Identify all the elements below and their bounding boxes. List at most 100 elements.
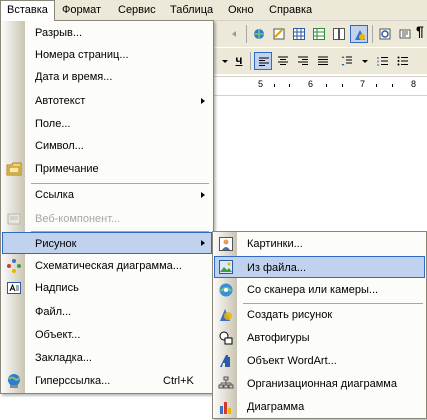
- drawing-icon: [355, 30, 365, 40]
- menu-table[interactable]: Таблица: [164, 0, 219, 20]
- menu-item-label: Диаграмма: [247, 401, 305, 413]
- menu-item-shortcut: Ctrl+K: [163, 375, 194, 387]
- menu-item-page-numbers[interactable]: Номера страниц...: [2, 44, 212, 66]
- numbering-button[interactable]: [374, 52, 392, 70]
- menu-tools[interactable]: Сервис: [112, 0, 162, 20]
- bullets-button[interactable]: [394, 52, 412, 70]
- menu-item-web-component: Веб-компонент...: [2, 208, 212, 230]
- align-center-button[interactable]: [274, 52, 292, 70]
- insert-table-button[interactable]: [290, 25, 308, 43]
- menu-item-label: Автотекст: [35, 95, 86, 107]
- ruler-tick: [326, 84, 327, 87]
- menu-item-date-time[interactable]: Дата и время...: [2, 66, 212, 88]
- ruler-number: 5: [258, 79, 264, 89]
- align-right-button[interactable]: [294, 52, 312, 70]
- scanner-icon: [219, 283, 233, 297]
- menu-item-picture[interactable]: Рисунок: [2, 232, 212, 254]
- diagram-icon: [7, 259, 21, 273]
- org-chart-icon: [218, 376, 234, 389]
- tables-borders-button[interactable]: [270, 25, 288, 43]
- menu-item-symbol[interactable]: Символ...: [2, 135, 212, 157]
- columns-button[interactable]: [330, 25, 348, 43]
- reading-button[interactable]: [396, 25, 414, 43]
- menu-item-textbox[interactable]: Надпись: [2, 277, 212, 299]
- clipart-icon: [219, 237, 233, 251]
- submenu-item-new-drawing[interactable]: Создать рисунок: [214, 304, 425, 326]
- menu-item-label: Создать рисунок: [247, 309, 333, 321]
- underline-button[interactable]: ч: [230, 52, 248, 70]
- drawing-toolbar-button[interactable]: [350, 25, 368, 43]
- hyperlink-toolbar-button[interactable]: [250, 25, 268, 43]
- ruler-tick: [392, 84, 393, 87]
- menu-item-label: Автофигуры: [247, 332, 310, 344]
- menu-window[interactable]: Окно: [222, 0, 260, 20]
- align-left-icon: [259, 57, 269, 66]
- doc-map-button[interactable]: [376, 25, 394, 43]
- submenu-item-org-chart[interactable]: Организационная диаграмма: [214, 373, 425, 395]
- menu-item-label: Поле...: [35, 118, 71, 130]
- menu-item-comment[interactable]: Примечание: [2, 158, 212, 180]
- show-formatting-button[interactable]: ¶: [416, 23, 424, 39]
- align-right-icon: [298, 56, 308, 65]
- web-component-icon: [7, 213, 21, 225]
- toolbar-separator: [250, 52, 251, 70]
- insert-menu: Разрыв... Номера страниц... Дата и время…: [0, 20, 214, 394]
- standard-toolbar: ¶: [214, 21, 427, 47]
- menu-item-schematic-diagram[interactable]: Схематическая диаграмма...: [2, 255, 212, 277]
- menu-item-label: Дата и время...: [35, 71, 113, 83]
- undo-button[interactable]: [226, 25, 244, 43]
- menu-item-object[interactable]: Объект...: [2, 324, 212, 346]
- line-spacing-button[interactable]: [338, 52, 356, 70]
- numbering-icon: [377, 57, 388, 66]
- menu-item-label: Со сканера или камеры...: [247, 284, 379, 296]
- menu-item-label: Разрыв...: [35, 27, 83, 39]
- menu-insert[interactable]: Вставка: [0, 0, 55, 21]
- submenu-item-chart[interactable]: Диаграмма: [214, 396, 425, 418]
- submenu-item-clipart[interactable]: Картинки...: [214, 233, 425, 255]
- submenu-item-scanner[interactable]: Со сканера или камеры...: [214, 279, 425, 301]
- menu-item-label: Из файла...: [247, 262, 307, 274]
- align-left-button[interactable]: [254, 52, 272, 70]
- line-spacing-icon: [341, 56, 352, 66]
- menu-item-label: Картинки...: [247, 238, 303, 250]
- menu-item-autotext[interactable]: Автотекст: [2, 90, 212, 112]
- submenu-item-from-file[interactable]: Из файла...: [214, 256, 425, 278]
- globe-link-icon: [254, 29, 264, 39]
- comment-icon: [6, 162, 22, 176]
- ruler-tick: [274, 84, 275, 87]
- menu-item-hyperlink[interactable]: Гиперссылка... Ctrl+K: [2, 370, 212, 392]
- submenu-item-wordart[interactable]: Объект WordArt...: [214, 350, 425, 372]
- new-drawing-icon: [220, 309, 232, 321]
- menu-item-label: Номера страниц...: [35, 49, 129, 61]
- menu-item-label: Рисунок: [35, 238, 77, 250]
- menu-item-label: Объект...: [35, 329, 81, 341]
- wordart-icon: [220, 355, 230, 367]
- menu-item-label: Организационная диаграмма: [247, 378, 397, 390]
- menu-item-file[interactable]: Файл...: [2, 301, 212, 323]
- submenu-arrow-icon: [201, 98, 205, 104]
- chevron-down-icon: [362, 60, 368, 63]
- menu-format[interactable]: Формат: [56, 0, 107, 20]
- align-center-icon: [278, 56, 288, 65]
- bullets-icon: [397, 56, 408, 66]
- menu-item-bookmark[interactable]: Закладка...: [2, 347, 212, 369]
- menu-item-label: Примечание: [35, 163, 99, 175]
- line-spacing-dropdown[interactable]: [356, 52, 374, 70]
- menu-item-label: Гиперссылка...: [35, 375, 111, 387]
- submenu-item-autoshapes[interactable]: Автофигуры: [214, 327, 425, 349]
- toolbar-separator: [372, 25, 373, 43]
- menu-help[interactable]: Справка: [263, 0, 318, 20]
- insert-excel-button[interactable]: [310, 25, 328, 43]
- document-map-icon: [379, 28, 391, 40]
- reading-icon: [399, 29, 411, 39]
- submenu-arrow-icon: [201, 192, 205, 198]
- menu-item-label: Файл...: [35, 306, 72, 318]
- menu-item-break[interactable]: Разрыв...: [2, 22, 212, 44]
- menu-item-field[interactable]: Поле...: [2, 113, 212, 135]
- tables-borders-icon: [273, 28, 285, 40]
- ruler-tick: [376, 84, 377, 87]
- undo-icon: [232, 31, 236, 37]
- menu-item-reference[interactable]: Ссылка: [2, 184, 212, 206]
- justify-button[interactable]: [314, 52, 332, 70]
- picture-submenu: Картинки... Из файла... Со сканера или к…: [212, 231, 427, 419]
